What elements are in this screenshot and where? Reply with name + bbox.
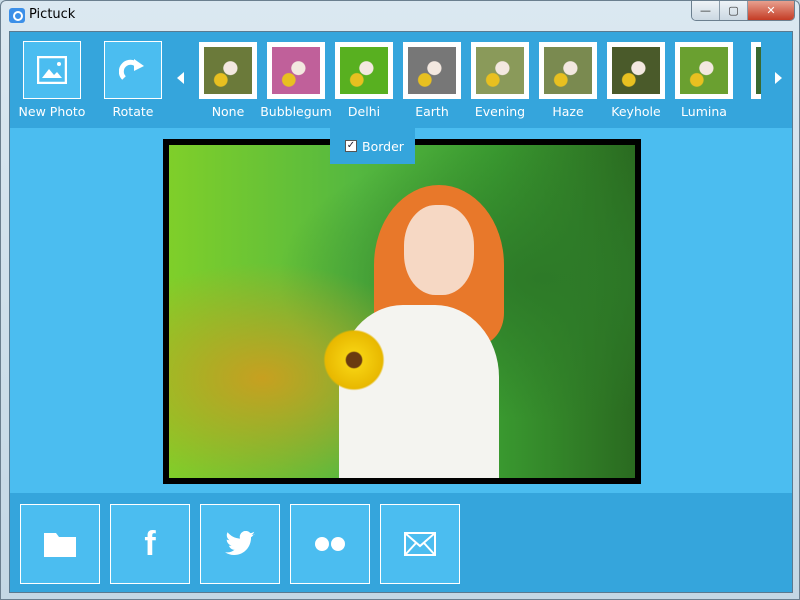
folder-icon — [44, 533, 76, 557]
window-title: Pictuck — [29, 7, 76, 22]
filter-thumb-earth[interactable] — [403, 42, 461, 99]
minimize-button[interactable]: — — [692, 1, 720, 20]
filter-preview — [340, 47, 388, 94]
filter-preview — [272, 47, 320, 94]
flickr-button[interactable] — [290, 504, 370, 584]
filter-thumb-keyhole[interactable] — [607, 42, 665, 99]
filter-thumb-lumina[interactable] — [675, 42, 733, 99]
client-area: New Photo Rotate None Bubblegum Delhi Ea… — [9, 31, 793, 593]
rotate-button[interactable] — [104, 41, 162, 99]
filter-thumb-partial[interactable] — [751, 42, 761, 99]
close-button[interactable]: ✕ — [748, 1, 794, 20]
filter-thumb-evening[interactable] — [471, 42, 529, 99]
filter-preview — [612, 47, 660, 94]
filter-preview — [408, 47, 456, 94]
border-checkbox[interactable]: ✓ — [345, 140, 357, 152]
email-icon — [404, 532, 436, 556]
twitter-icon — [225, 531, 255, 555]
border-option[interactable]: ✓ Border — [330, 128, 415, 164]
filter-thumb-haze[interactable] — [539, 42, 597, 99]
rotate-icon — [119, 59, 144, 80]
app-window: Pictuck — ▢ ✕ New Photo Rotate None Bubb… — [0, 0, 800, 600]
flickr-icon — [315, 537, 345, 551]
image-icon — [37, 56, 67, 84]
filter-thumb-none[interactable] — [199, 42, 257, 99]
filter-thumb-delhi[interactable] — [335, 42, 393, 99]
filter-preview — [476, 47, 524, 94]
filter-preview — [544, 47, 592, 94]
twitter-button[interactable] — [200, 504, 280, 584]
new-photo-label: New Photo — [18, 104, 86, 119]
facebook-button[interactable]: f — [110, 504, 190, 584]
app-icon — [9, 8, 25, 23]
new-photo-button[interactable] — [23, 41, 81, 99]
rotate-label: Rotate — [112, 104, 154, 119]
maximize-button[interactable]: ▢ — [720, 1, 748, 20]
scroll-right-arrow[interactable] — [775, 72, 782, 84]
email-button[interactable] — [380, 504, 460, 584]
filter-preview — [204, 47, 252, 94]
filter-thumb-bubblegum[interactable] — [267, 42, 325, 99]
filter-preview — [680, 47, 728, 94]
filter-label: Lumina — [681, 104, 727, 119]
border-label: Border — [362, 138, 404, 154]
facebook-icon: f — [144, 524, 156, 563]
folder-button[interactable] — [20, 504, 100, 584]
toolbar: New Photo Rotate None Bubblegum Delhi Ea… — [10, 32, 792, 128]
photo-image — [169, 145, 635, 478]
photo-preview — [163, 139, 641, 484]
share-bar: f — [10, 493, 792, 592]
scroll-left-arrow[interactable] — [177, 72, 184, 84]
